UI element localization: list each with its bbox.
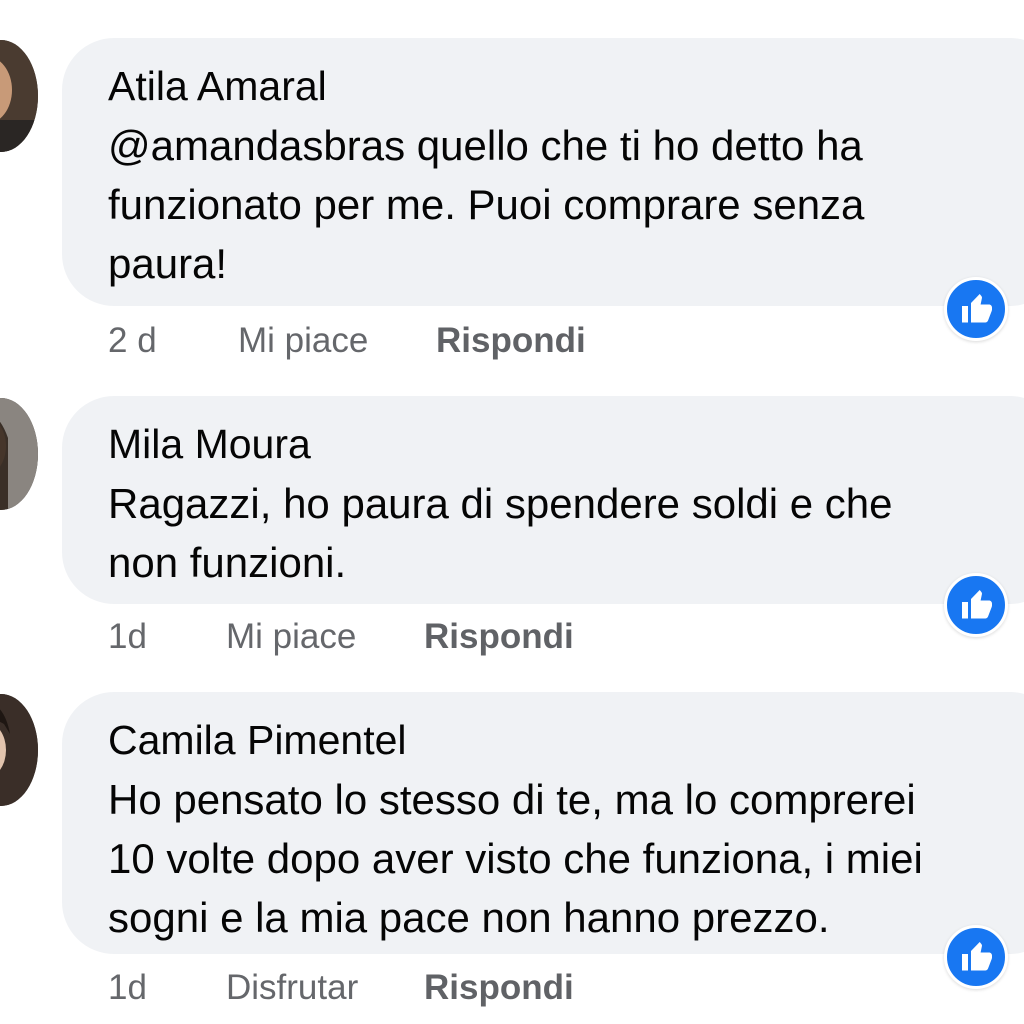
- comment-timestamp[interactable]: 2 d: [108, 319, 157, 363]
- comment-author[interactable]: Camila Pimentel: [108, 716, 1024, 764]
- comment-bubble: Camila Pimentel Ho pensato lo stesso di …: [62, 692, 1024, 954]
- thumbs-up-icon[interactable]: [944, 925, 1008, 989]
- comment-text: Ho pensato lo stesso di te, ma lo compre…: [108, 776, 923, 941]
- avatar[interactable]: [0, 694, 38, 806]
- avatar[interactable]: [0, 40, 38, 152]
- comment-text: Ragazzi, ho paura di spendere soldi e ch…: [108, 480, 893, 586]
- comment-list: Atila Amaral @amandasbras quello che ti …: [0, 0, 1024, 1024]
- like-link[interactable]: Mi piace: [226, 615, 356, 659]
- thumbs-up-icon[interactable]: [944, 277, 1008, 341]
- comment-text: @amandasbras quello che ti ho detto ha f…: [108, 122, 865, 287]
- thumbs-up-icon[interactable]: [944, 573, 1008, 637]
- reply-link[interactable]: Rispondi: [424, 966, 574, 1010]
- comment-author[interactable]: Mila Moura: [108, 420, 1024, 468]
- comment-author[interactable]: Atila Amaral: [108, 62, 1024, 110]
- like-link[interactable]: Mi piace: [238, 319, 368, 363]
- reply-link[interactable]: Rispondi: [424, 615, 574, 659]
- comment-bubble: Mila Moura Ragazzi, ho paura di spendere…: [62, 396, 1024, 604]
- comment-timestamp[interactable]: 1d: [108, 966, 147, 1010]
- reply-link[interactable]: Rispondi: [436, 319, 586, 363]
- comment-timestamp[interactable]: 1d: [108, 615, 147, 659]
- avatar[interactable]: [0, 398, 38, 510]
- like-link[interactable]: Disfrutar: [226, 966, 358, 1010]
- comment-bubble: Atila Amaral @amandasbras quello che ti …: [62, 38, 1024, 306]
